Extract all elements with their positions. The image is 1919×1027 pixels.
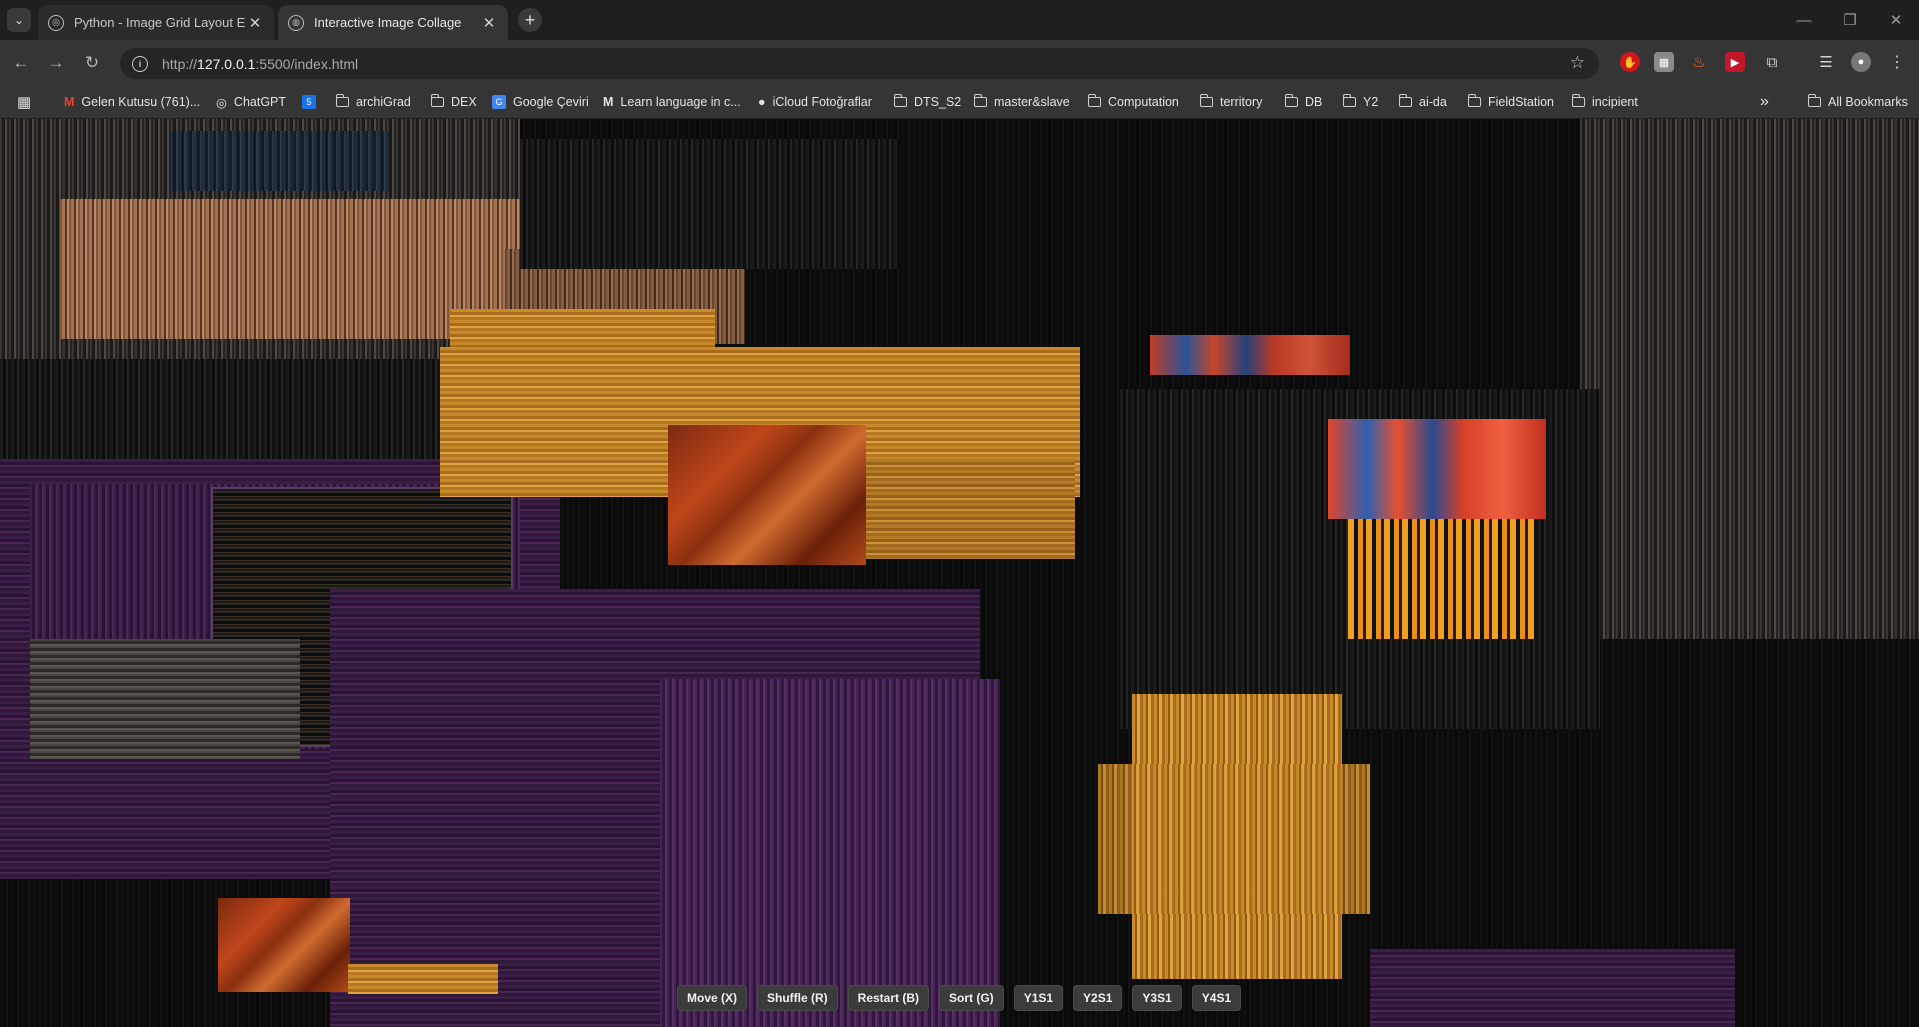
flame-extension-icon[interactable]: ♨: [1689, 52, 1709, 72]
folder-icon: [1571, 94, 1585, 107]
folder-icon: [1467, 94, 1481, 107]
collage-tile-purple-column[interactable]: [660, 679, 1000, 1027]
calendar-icon: 5: [302, 95, 316, 109]
close-icon[interactable]: ✕: [480, 14, 498, 32]
tab-interactive-image-collage[interactable]: ◍ Interactive Image Collage ✕: [278, 5, 508, 40]
bookmark-ai-da[interactable]: ai-da: [1398, 86, 1447, 118]
browser-toolbar: ← → ↻ i http://127.0.0.1:5500/index.html…: [0, 40, 1919, 86]
folder-icon: [430, 94, 444, 107]
chatgpt-icon: ◎: [216, 95, 227, 110]
folder-icon: [1807, 94, 1821, 107]
folder-icon: [973, 94, 987, 107]
folder-icon: [893, 94, 907, 107]
forward-arrow-icon[interactable]: →: [44, 51, 68, 75]
menu-dots-icon[interactable]: ⋮: [1887, 52, 1907, 72]
translate-icon: G: [492, 95, 506, 109]
back-arrow-icon[interactable]: ←: [9, 51, 33, 75]
bookmark-dex[interactable]: DEX: [430, 86, 477, 118]
tab-title: Python - Image Grid Layout En: [74, 15, 246, 30]
collage-controls: Move (X) Shuffle (R) Restart (B) Sort (G…: [677, 985, 1242, 1011]
bookmark-calendar[interactable]: 5: [302, 86, 323, 118]
bookmark-dts-s2[interactable]: DTS_S2: [893, 86, 961, 118]
tab-search-button[interactable]: ⌄: [7, 8, 31, 32]
collage-image-red-blue-scene[interactable]: [1328, 419, 1546, 519]
bookmark-star-icon[interactable]: ☆: [1570, 53, 1585, 73]
reload-icon[interactable]: ↻: [80, 51, 104, 75]
site-info-icon[interactable]: i: [132, 55, 148, 72]
address-bar[interactable]: i http://127.0.0.1:5500/index.html ☆: [120, 48, 1599, 79]
folder-icon: [335, 94, 349, 107]
folder-icon: [1199, 94, 1213, 107]
bookmark-google-ceviri[interactable]: G Google Çeviri: [492, 86, 589, 118]
collage-tile-blue-strip[interactable]: [170, 131, 390, 191]
new-tab-button[interactable]: +: [518, 8, 542, 32]
bookmark-archigrad[interactable]: archiGrad: [335, 86, 411, 118]
y1s1-button[interactable]: Y1S1: [1013, 985, 1064, 1011]
globe-favicon-icon: ◍: [288, 14, 304, 31]
close-window-icon[interactable]: ✕: [1873, 0, 1919, 40]
collage-image-orange-map-small[interactable]: [218, 898, 350, 992]
minimize-icon[interactable]: —: [1781, 0, 1827, 40]
restore-icon[interactable]: ❐: [1827, 0, 1873, 40]
collage-tile-right-machinery[interactable]: [1580, 119, 1919, 639]
image-collage-canvas[interactable]: [0, 119, 1919, 1027]
y2s1-button[interactable]: Y2S1: [1073, 985, 1123, 1011]
bookmark-computation[interactable]: Computation: [1087, 86, 1179, 118]
bookmarks-bar: ▦ M Gelen Kutusu (761)... ◎ ChatGPT 5 arch…: [0, 86, 1919, 119]
folder-icon: [1398, 94, 1412, 107]
bookmark-incipient[interactable]: incipient: [1571, 86, 1638, 118]
y4s1-button[interactable]: Y4S1: [1191, 985, 1242, 1011]
bookmark-gmail[interactable]: M Gelen Kutusu (761)...: [64, 86, 200, 118]
folder-icon: [1342, 94, 1356, 107]
bookmark-fieldstation[interactable]: FieldStation: [1467, 86, 1554, 118]
move-button[interactable]: Move (X): [677, 985, 748, 1011]
apps-grid-icon[interactable]: ▦: [17, 86, 31, 118]
bookmark-learn-language[interactable]: M Learn language in c...: [603, 86, 741, 118]
bookmark-chatgpt[interactable]: ◎ ChatGPT: [216, 86, 286, 118]
collage-tile-gold-block[interactable]: [1098, 764, 1370, 914]
folder-icon: [1087, 94, 1101, 107]
window-controls: — ❐ ✕: [1781, 0, 1919, 40]
tab-python-image-grid[interactable]: ◎ Python - Image Grid Layout En ✕: [38, 5, 274, 40]
restart-button[interactable]: Restart (B): [847, 985, 930, 1011]
close-icon[interactable]: ✕: [246, 14, 264, 32]
gmail-icon: M: [64, 95, 75, 109]
bookmark-db[interactable]: DB: [1284, 86, 1322, 118]
bookmark-master-slave[interactable]: master&slave: [973, 86, 1070, 118]
bookmark-y2[interactable]: Y2: [1342, 86, 1378, 118]
url-text: http://127.0.0.1:5500/index.html: [162, 55, 359, 72]
video-extension-icon[interactable]: ▶: [1725, 52, 1745, 72]
m-icon: M: [603, 95, 614, 109]
collage-tile-dark-pipes[interactable]: [520, 139, 900, 269]
adblock-extension-icon[interactable]: ✋: [1620, 52, 1640, 72]
profile-avatar-icon[interactable]: ●: [1851, 52, 1871, 72]
collage-image-orange-map[interactable]: [668, 425, 866, 565]
extension-icon[interactable]: ▦: [1654, 52, 1674, 72]
bookmarks-overflow-chevron-icon[interactable]: »: [1760, 86, 1769, 118]
tab-title: Interactive Image Collage: [314, 15, 462, 30]
bookmark-territory[interactable]: territory: [1199, 86, 1262, 118]
reading-list-icon[interactable]: ☰: [1816, 52, 1836, 72]
collage-tile-gold-bottom[interactable]: [348, 964, 498, 994]
puzzle-extensions-icon[interactable]: ⧉: [1762, 52, 1782, 72]
chatgpt-favicon-icon: ◎: [48, 14, 64, 31]
shuffle-button[interactable]: Shuffle (R): [757, 985, 838, 1011]
collage-tile-purple-bottom-right[interactable]: [1370, 949, 1735, 1027]
y3s1-button[interactable]: Y3S1: [1132, 985, 1182, 1011]
collage-image-yellow-black-scene[interactable]: [1348, 519, 1538, 639]
folder-icon: [1284, 94, 1298, 107]
collage-tile-gray-block[interactable]: [30, 639, 300, 759]
collage-tile-red-strip[interactable]: [1150, 335, 1350, 375]
apple-icon: ●: [758, 95, 766, 109]
bookmark-icloud-fotograflar[interactable]: ● iCloud Fotoğraflar: [758, 86, 872, 118]
sort-button[interactable]: Sort (G): [939, 985, 1004, 1011]
tab-strip: ⌄ ◎ Python - Image Grid Layout En ✕ ◍ In…: [0, 0, 1919, 40]
all-bookmarks-folder[interactable]: All Bookmarks: [1807, 86, 1908, 118]
